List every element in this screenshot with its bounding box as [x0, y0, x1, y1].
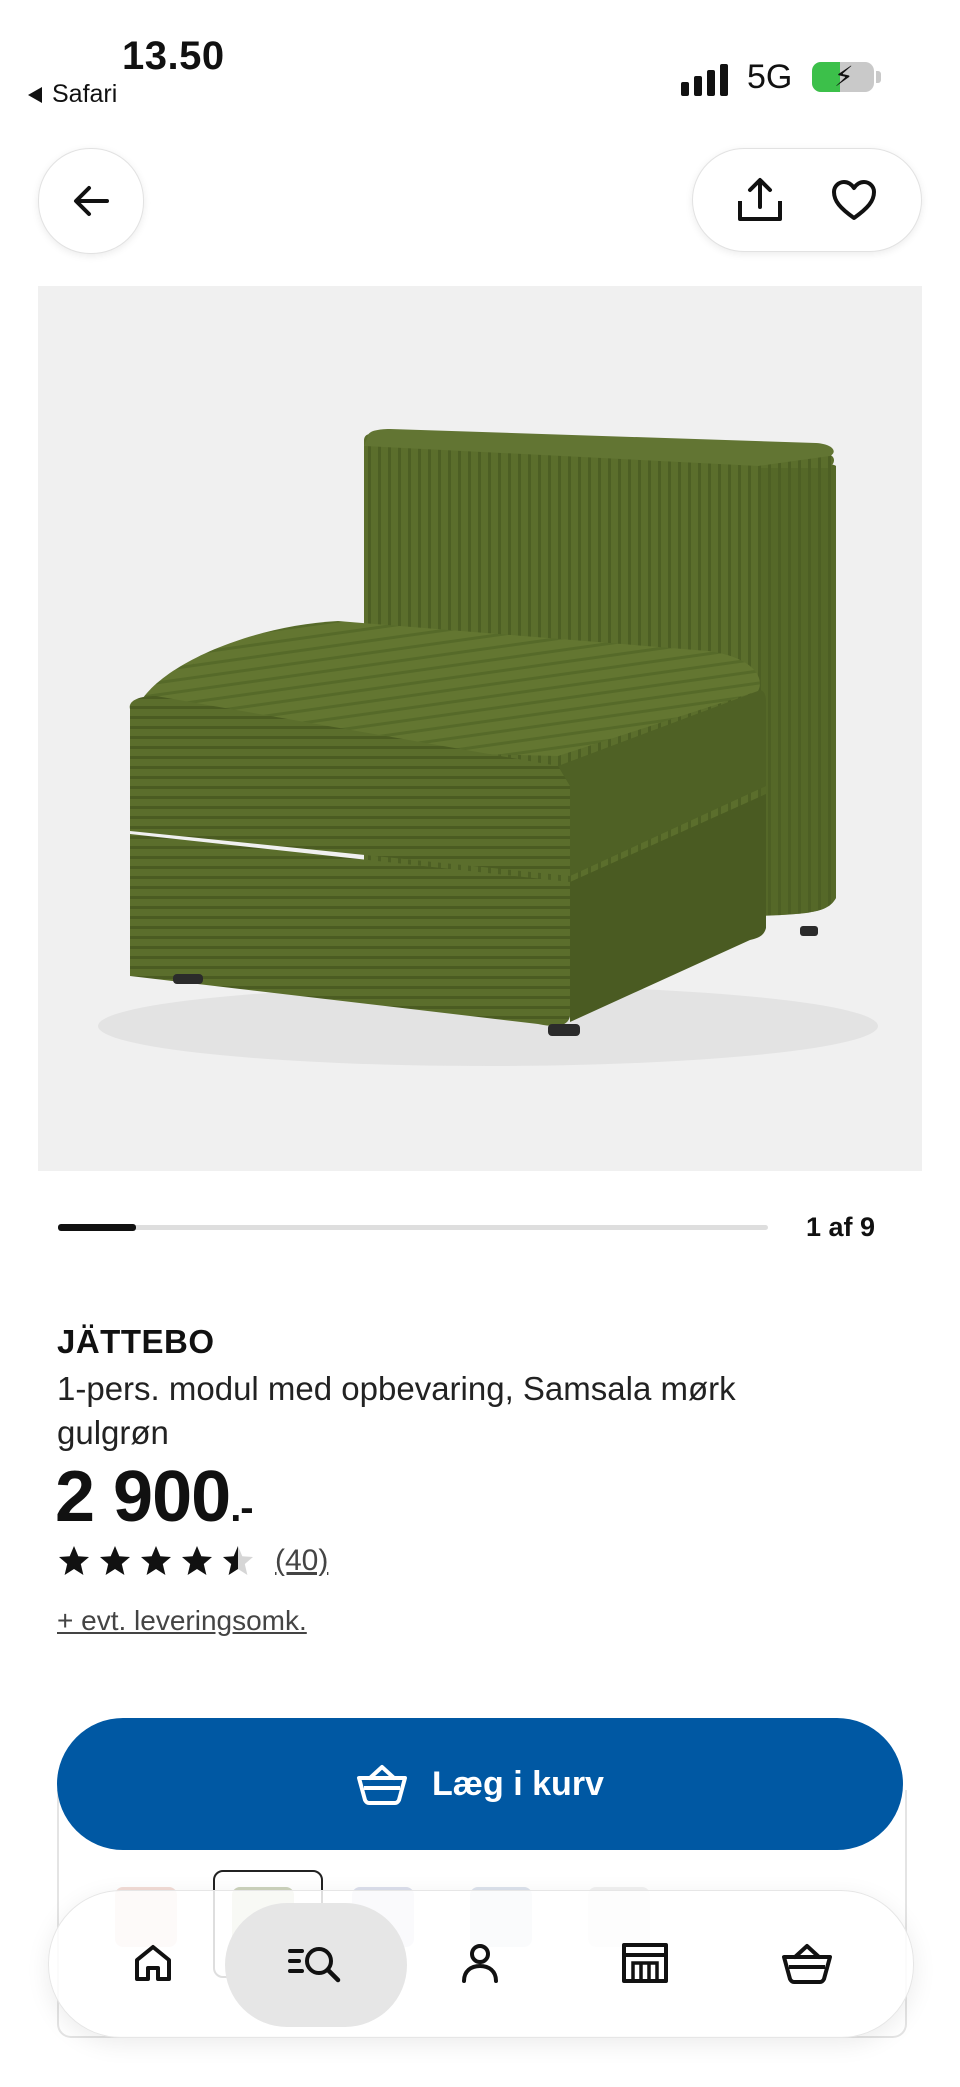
- battery-icon: ⚡: [812, 62, 874, 92]
- search-icon: [288, 1947, 341, 1983]
- store-icon: [622, 1943, 668, 1983]
- tab-search[interactable]: [261, 1890, 371, 2036]
- favorite-button[interactable]: [819, 165, 889, 235]
- delivery-cost-link[interactable]: + evt. leveringsomk.: [57, 1605, 307, 1637]
- share-icon: [738, 178, 782, 221]
- back-triangle-icon: [28, 86, 42, 103]
- product-description: 1-pers. modul med opbevaring, Samsala mø…: [57, 1370, 736, 1451]
- back-app-label: Safari: [52, 80, 118, 108]
- basket-icon: [357, 1765, 408, 1805]
- share-button[interactable]: [725, 165, 795, 235]
- tab-home[interactable]: [98, 1890, 208, 2036]
- status-time: 13.50: [122, 34, 225, 78]
- action-pill: [692, 148, 922, 252]
- battery-tip: [876, 71, 881, 83]
- review-count-link[interactable]: (40): [275, 1544, 328, 1578]
- carousel-progress-track: [58, 1225, 768, 1230]
- product-image[interactable]: [38, 286, 922, 1171]
- heart-icon: [832, 180, 876, 220]
- tab-profile[interactable]: [425, 1890, 535, 2036]
- person-icon: [462, 1944, 498, 1983]
- network-type: 5G: [747, 58, 793, 96]
- basket-icon: [782, 1944, 832, 1984]
- add-to-cart-button[interactable]: Læg i kurv: [57, 1718, 903, 1850]
- price-value: 2 900: [55, 1457, 231, 1537]
- price-suffix: .-: [230, 1486, 253, 1530]
- star-rating-icon: [59, 1546, 253, 1575]
- carousel-count: 1 af 9: [806, 1212, 876, 1242]
- cellular-signal-icon: [681, 64, 728, 96]
- home-icon: [135, 1945, 171, 1981]
- product-rating[interactable]: (40): [57, 1544, 328, 1578]
- back-button[interactable]: [38, 148, 144, 254]
- arrow-left-icon: [74, 186, 109, 216]
- carousel-progress-indicator: [58, 1224, 136, 1231]
- tab-stores[interactable]: [590, 1890, 700, 2036]
- armchair-module-illustration: [38, 286, 922, 1171]
- tab-cart[interactable]: [752, 1890, 862, 2036]
- product-price: 2 900 .-: [55, 1456, 254, 1538]
- product-name: JÄTTEBO: [57, 1323, 215, 1360]
- back-to-app-link[interactable]: Safari: [28, 80, 117, 109]
- add-to-cart-label: Læg i kurv: [432, 1764, 604, 1803]
